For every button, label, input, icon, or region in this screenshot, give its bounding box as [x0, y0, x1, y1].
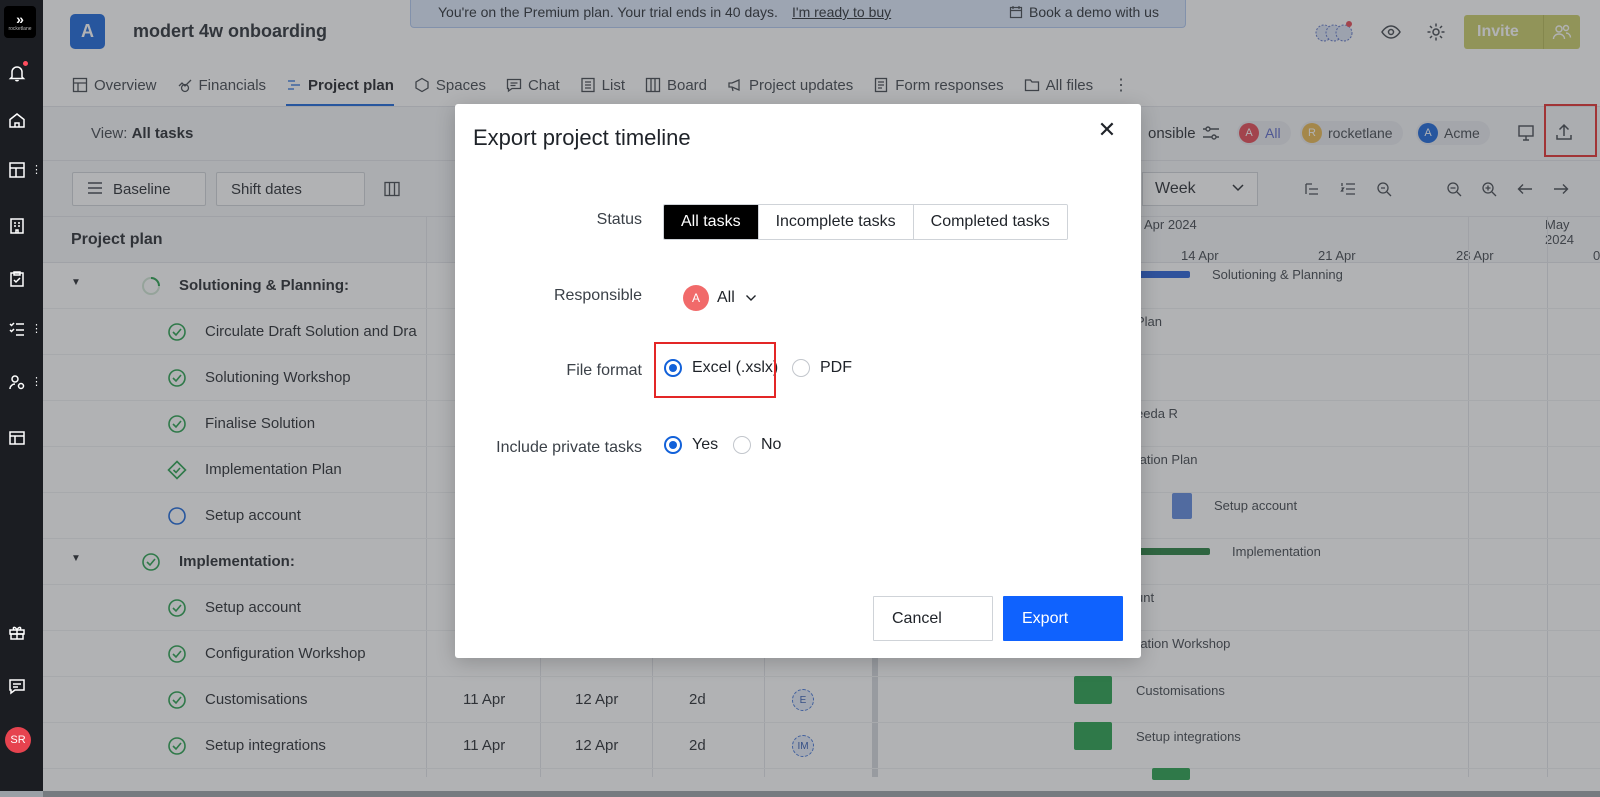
chat-icon[interactable] [8, 677, 26, 695]
status-option-incomplete[interactable]: Incomplete tasks [758, 205, 914, 239]
file-format-highlight [654, 342, 776, 398]
format-pdf-radio[interactable]: PDF [792, 359, 852, 377]
building-icon[interactable] [8, 217, 26, 235]
gift-icon[interactable] [8, 623, 26, 641]
checklist-icon[interactable] [8, 320, 26, 338]
export-button[interactable]: Export [1003, 596, 1123, 641]
responsible-value: All [717, 289, 735, 306]
dashboard-icon[interactable] [8, 161, 26, 179]
include-private-label: Include private tasks [496, 439, 642, 456]
cancel-button[interactable]: Cancel [873, 596, 993, 641]
more-dots-icon[interactable]: ⋮ [31, 322, 42, 336]
private-yes-radio[interactable]: Yes [664, 436, 718, 454]
private-no-label: No [761, 436, 782, 453]
status-segmented-control: All tasks Incomplete tasks Completed tas… [663, 204, 1068, 240]
left-sidebar: » rocketlane ⋮ ⋮ ⋮ SR [0, 0, 43, 797]
responsible-dropdown[interactable]: A All [683, 285, 757, 311]
app-logo[interactable]: » rocketlane [4, 6, 36, 38]
user-avatar[interactable]: SR [5, 727, 31, 753]
file-format-label: File format [566, 362, 642, 379]
export-dialog: Export project timeline ✕ Status All tas… [455, 104, 1141, 658]
more-dots-icon[interactable]: ⋮ [31, 375, 42, 389]
status-label: Status [596, 211, 642, 228]
private-yes-label: Yes [692, 436, 719, 453]
radio-selected-icon [664, 436, 682, 454]
format-pdf-label: PDF [820, 359, 852, 376]
dialog-title: Export project timeline [473, 125, 691, 150]
logo-wordmark: rocketlane [8, 26, 32, 32]
radio-unselected-icon [733, 436, 751, 454]
chevron-down-icon [745, 289, 757, 307]
private-no-radio[interactable]: No [733, 436, 781, 454]
more-dots-icon[interactable]: ⋮ [31, 163, 42, 177]
responsible-label: Responsible [553, 287, 642, 304]
clipboard-icon[interactable] [8, 270, 26, 288]
notification-dot [22, 60, 29, 67]
responsible-avatar: A [683, 285, 709, 311]
radio-unselected-icon [792, 359, 810, 377]
status-option-all[interactable]: All tasks [664, 205, 759, 239]
status-option-completed[interactable]: Completed tasks [913, 205, 1067, 239]
logo-mark-icon: » [16, 11, 24, 27]
layout-icon[interactable] [8, 429, 26, 447]
home-icon[interactable] [8, 111, 26, 129]
user-settings-icon[interactable] [8, 373, 26, 391]
close-icon[interactable]: ✕ [1095, 118, 1119, 142]
